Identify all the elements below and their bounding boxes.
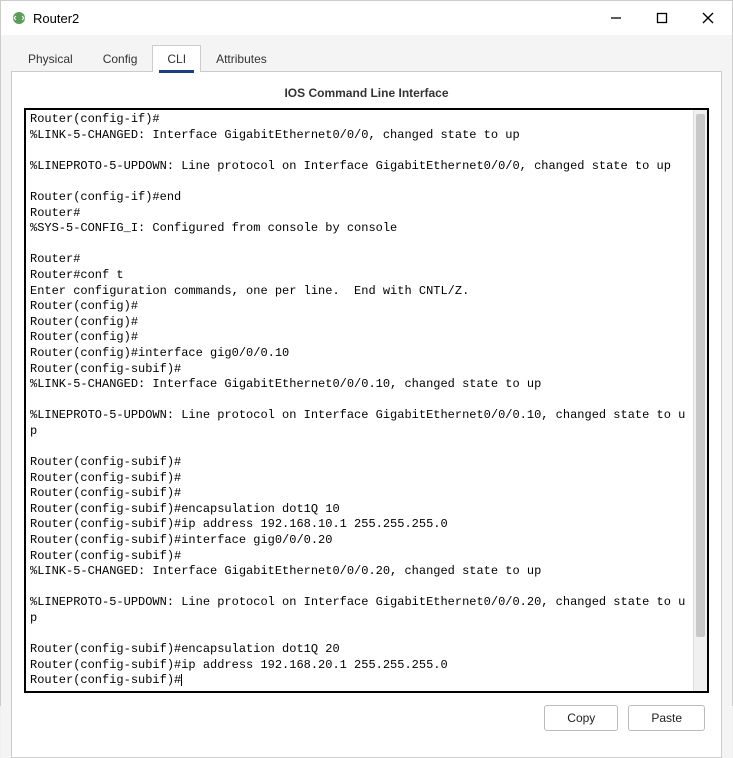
- text-cursor: [181, 674, 182, 686]
- tab-body-cli: IOS Command Line Interface Router(config…: [11, 71, 722, 758]
- terminal-text: Router(config-if)# %LINK-5-CHANGED: Inte…: [30, 112, 685, 687]
- terminal-output[interactable]: Router(config-if)# %LINK-5-CHANGED: Inte…: [26, 110, 693, 691]
- paste-button[interactable]: Paste: [628, 705, 705, 731]
- button-row: Copy Paste: [24, 693, 709, 745]
- window-title: Router2: [33, 11, 79, 26]
- app-window: Router2 Physical Config CLI Attributes I…: [0, 0, 733, 706]
- content-area: Physical Config CLI Attributes IOS Comma…: [1, 35, 732, 758]
- scrollbar-thumb[interactable]: [696, 114, 705, 637]
- terminal-container: Router(config-if)# %LINK-5-CHANGED: Inte…: [24, 108, 709, 693]
- scrollbar-track[interactable]: [693, 110, 707, 691]
- router-icon: [11, 10, 27, 26]
- tab-attributes[interactable]: Attributes: [201, 45, 282, 72]
- window-controls: [602, 4, 722, 32]
- close-button[interactable]: [694, 4, 722, 32]
- tab-physical[interactable]: Physical: [13, 45, 88, 72]
- titlebar: Router2: [1, 1, 732, 35]
- minimize-button[interactable]: [602, 4, 630, 32]
- tab-row: Physical Config CLI Attributes: [11, 45, 722, 72]
- tab-config[interactable]: Config: [88, 45, 153, 72]
- tab-cli[interactable]: CLI: [152, 45, 201, 72]
- copy-button[interactable]: Copy: [544, 705, 618, 731]
- cli-header: IOS Command Line Interface: [24, 82, 709, 108]
- titlebar-left: Router2: [11, 10, 79, 26]
- maximize-button[interactable]: [648, 4, 676, 32]
